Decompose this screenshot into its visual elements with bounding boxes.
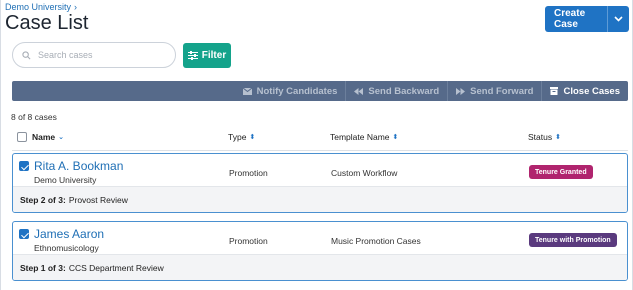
sort-desc-icon: ⌄ [58,134,65,141]
case-row-main: Rita A. Bookman Demo University Promotio… [13,154,627,186]
archive-box-icon [550,87,559,95]
column-template-label: Template Name [330,132,390,142]
status-badge: Tenure with Promotion [529,233,617,247]
table-header: Name ⌄ Type ⬍ Template Name ⬍ Status ⬍ [12,132,628,146]
search-icon [22,50,31,59]
breadcrumb-link-demo-university[interactable]: Demo University [5,2,71,12]
sort-icon: ⬍ [555,134,561,141]
send-forward-button[interactable]: Send Forward [447,81,541,101]
create-case-button[interactable]: Create Case [545,8,607,30]
step-label: Step 1 of 3: [20,262,66,273]
send-forward-label: Send Forward [470,85,534,97]
case-type: Promotion [229,236,268,246]
column-status-label: Status [528,132,553,142]
close-cases-button[interactable]: Close Cases [541,81,628,101]
column-header-status[interactable]: Status ⬍ [528,132,561,142]
bulk-action-bar: Notify Candidates Send Backward Send For… [12,81,628,101]
case-template: Music Promotion Cases [331,236,421,246]
filter-button[interactable]: Filter [183,43,231,68]
status-badge: Tenure Granted [529,165,593,179]
page-title: Case List [5,12,89,34]
column-name-label: Name [32,132,56,142]
step-name: CCS Department Review [68,262,164,273]
case-type: Promotion [229,168,268,178]
breadcrumb-separator: › [74,2,78,12]
chevron-down-icon [614,16,623,22]
case-unit: Ethnomusicology [34,243,99,253]
search-input[interactable] [38,50,158,60]
search-field[interactable] [12,42,176,68]
case-row[interactable]: James Aaron Ethnomusicology Promotion Mu… [12,221,628,281]
envelope-icon [242,87,252,95]
breadcrumb: Demo University › [5,2,77,12]
fast-forward-icon [456,87,466,95]
notify-candidates-button[interactable]: Notify Candidates [235,81,346,101]
case-unit: Demo University [34,175,97,185]
row-checkbox[interactable] [19,161,29,171]
close-cases-label: Close Cases [563,85,620,97]
column-header-template[interactable]: Template Name ⬍ [330,132,398,142]
case-row[interactable]: Rita A. Bookman Demo University Promotio… [12,153,628,213]
create-options-dropdown[interactable] [608,16,629,22]
case-step: Step 1 of 3: CCS Department Review [13,254,627,280]
step-name: Provost Review [68,194,128,205]
select-all-cell [17,132,27,142]
sort-icon: ⬍ [249,134,256,141]
rewind-icon [354,87,364,95]
case-name-link[interactable]: Rita A. Bookman [34,159,123,173]
notify-candidates-label: Notify Candidates [256,85,338,97]
step-label: Step 2 of 3: [20,194,66,205]
column-header-name[interactable]: Name ⌄ [32,132,64,142]
row-checkbox[interactable] [19,229,29,239]
case-name-link[interactable]: James Aaron [34,227,104,241]
send-backward-button[interactable]: Send Backward [345,81,447,101]
case-count: 8 of 8 cases [11,112,57,122]
column-type-label: Type [228,132,247,142]
case-row-main: James Aaron Ethnomusicology Promotion Mu… [13,222,627,254]
send-backward-label: Send Backward [368,85,440,97]
create-case-button-group: Create Case [545,6,629,32]
filter-label: Filter [201,50,227,61]
select-all-checkbox[interactable] [17,132,27,142]
header-divider [12,150,628,151]
case-template: Custom Workflow [331,168,398,178]
column-header-type[interactable]: Type ⬍ [228,132,255,142]
sliders-icon [187,51,198,60]
sort-icon: ⬍ [392,134,399,141]
case-step: Step 2 of 3: Provost Review [13,186,627,212]
